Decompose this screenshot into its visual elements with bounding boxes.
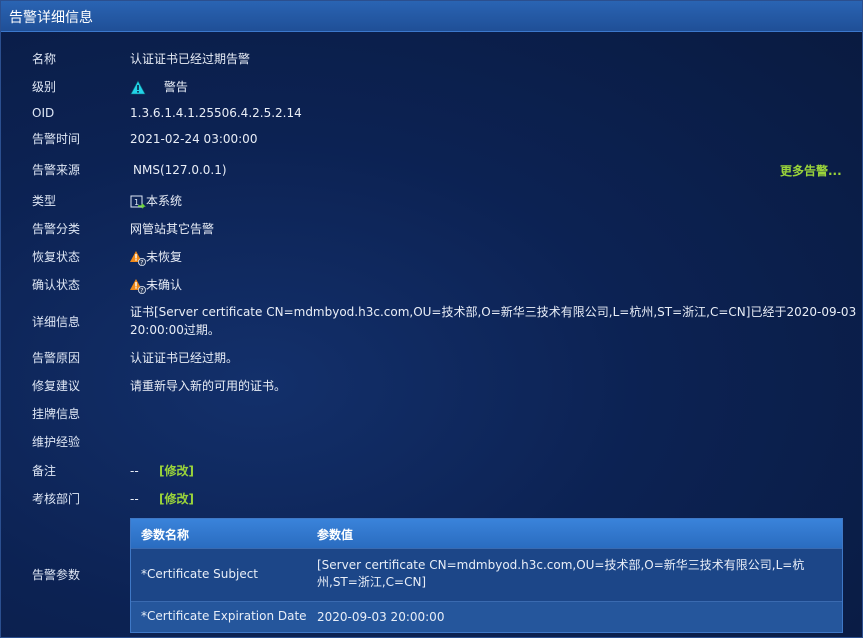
category-value: 网管站其它告警 — [130, 222, 215, 236]
field-label: 备注 — [32, 464, 57, 478]
recover-value-wrap: ? 未恢复 — [130, 247, 182, 267]
confirm-value-wrap: ? 未确认 — [130, 275, 182, 295]
field-label: 详细信息 — [32, 315, 81, 329]
field-label: 类型 — [32, 194, 57, 208]
source-value: NMS(127.0.0.1) — [133, 163, 227, 177]
field-label: 确认状态 — [32, 278, 81, 292]
field-label: 维护经验 — [32, 435, 81, 449]
time-value: 2021-02-24 03:00:00 — [130, 132, 258, 146]
remark-value: -- — [130, 464, 139, 478]
field-label: 挂牌信息 — [32, 407, 81, 421]
unrecovered-icon: ? — [130, 250, 146, 266]
field-label: 告警参数 — [32, 568, 81, 582]
detail-value: 证书[Server certificate CN=mdmbyod.h3c.com… — [130, 303, 857, 339]
reason-value: 认证证书已经过期。 — [130, 351, 239, 365]
field-label: 级别 — [32, 80, 57, 94]
oid-value: 1.3.6.1.4.1.25506.4.2.5.2.14 — [130, 106, 302, 120]
title-bar: 告警详细信息 — [1, 1, 862, 32]
field-label: 告警来源 — [32, 163, 81, 177]
level-value-wrap: 警告 — [130, 77, 188, 97]
params-table: 参数名称 参数值 *Certificate Subject [Server ce… — [130, 518, 843, 633]
field-label: 告警原因 — [32, 351, 81, 365]
remark-edit-link[interactable]: [修改] — [159, 461, 194, 481]
recover-value: 未恢复 — [146, 250, 183, 264]
param-value-cell: [Server certificate CN=mdmbyod.h3c.com,O… — [317, 558, 805, 589]
column-header: 参数名称 — [141, 528, 190, 542]
alarm-detail-window: 告警详细信息 名称 认证证书已经过期告警 级别 警告 OID 1.3.6.1.4… — [0, 0, 863, 638]
type-value: 本系统 — [146, 194, 183, 208]
field-label: 考核部门 — [32, 492, 81, 506]
fix-value: 请重新导入新的可用的证书。 — [130, 379, 287, 393]
level-value: 警告 — [163, 80, 188, 94]
column-header: 参数值 — [317, 528, 354, 542]
detail-line-2: 20:00:00过期。 — [130, 323, 220, 337]
confirm-value: 未确认 — [146, 278, 183, 292]
more-alarms-link[interactable]: 更多告警... — [780, 162, 842, 179]
field-label: OID — [32, 106, 55, 120]
param-name-cell: *Certificate Expiration Date — [141, 609, 307, 623]
field-label: 告警时间 — [32, 132, 81, 146]
param-name-cell: *Certificate Subject — [141, 567, 259, 581]
dept-value: -- — [130, 492, 139, 506]
unconfirmed-icon: ? — [130, 278, 146, 294]
svg-text:?: ? — [140, 259, 143, 266]
dept-edit-link[interactable]: [修改] — [159, 489, 194, 509]
field-label: 修复建议 — [32, 379, 81, 393]
warning-icon — [130, 79, 146, 96]
param-value-cell: 2020-09-03 20:00:00 — [317, 610, 445, 624]
field-label: 告警分类 — [32, 222, 81, 236]
detail-line-1: 证书[Server certificate CN=mdmbyod.h3c.com… — [130, 305, 857, 319]
field-label: 恢复状态 — [32, 250, 81, 264]
field-label: 名称 — [32, 52, 57, 66]
alarm-name-value: 认证证书已经过期告警 — [130, 52, 251, 66]
table-header: 参数名称 参数值 — [131, 519, 842, 548]
system-icon: 1 — [130, 194, 146, 210]
window-title: 告警详细信息 — [9, 10, 93, 26]
table-row: *Certificate Expiration Date 2020-09-03 … — [131, 601, 842, 632]
table-row: *Certificate Subject [Server certificate… — [131, 548, 842, 601]
svg-text:?: ? — [140, 287, 143, 294]
type-value-wrap: 1 本系统 — [130, 191, 182, 211]
